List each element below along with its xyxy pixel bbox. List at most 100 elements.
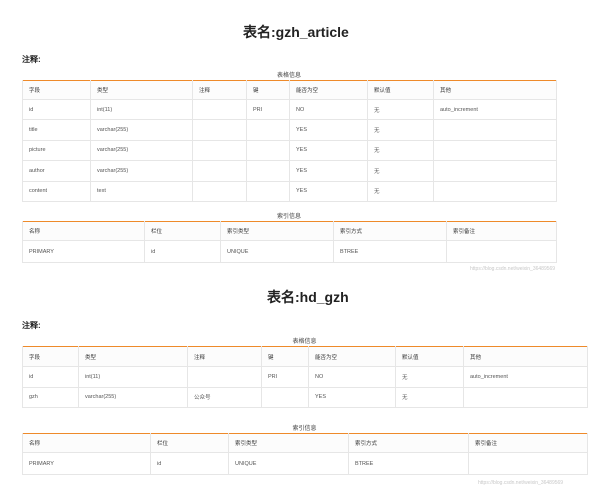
table-cell xyxy=(463,387,588,408)
table-title: 表名:gzh_article xyxy=(243,24,349,40)
column-header: 索引类型 xyxy=(220,221,334,241)
column-header: 键 xyxy=(246,80,290,100)
watermark: https://blog.csdn.net/weixin_36489569 xyxy=(478,480,564,486)
table-cell: PRI xyxy=(261,366,309,388)
table-row: title varchar(255) YES 无 xyxy=(22,119,557,141)
table-cell: varchar(255) xyxy=(78,387,188,408)
table-cell: id xyxy=(144,240,221,263)
column-header: 类型 xyxy=(78,346,188,367)
columns-caption: 表格信息 xyxy=(276,73,301,79)
table-cell: UNIQUE xyxy=(228,452,349,475)
table-cell: varchar(255) xyxy=(90,140,193,162)
table-cell: id xyxy=(22,99,91,121)
table-cell xyxy=(192,140,247,162)
table-row: author varchar(255) YES 无 xyxy=(22,160,557,182)
table-row: id int(11) PRI NO 无 auto_increment xyxy=(22,99,557,121)
column-header: 索引备注 xyxy=(468,433,588,453)
table-cell: auto_increment xyxy=(433,99,557,121)
column-header: 索引备注 xyxy=(446,221,557,241)
column-header: 字段 xyxy=(22,346,79,367)
table-cell xyxy=(446,240,557,263)
table-cell: 无 xyxy=(367,181,434,202)
index-table: 名称 栏位 索引类型 索引方式 索引备注 PRIMARY id UNIQUE BTREE xyxy=(22,433,588,475)
table-cell: 无 xyxy=(367,140,434,162)
table-row: PRIMARY id UNIQUE BTREE xyxy=(22,452,588,475)
column-header: 注释 xyxy=(187,346,262,367)
table-cell: UNIQUE xyxy=(220,240,334,263)
table-cell xyxy=(192,119,247,141)
table-cell: YES xyxy=(308,387,396,408)
table-header-row: 字段 类型 注释键能否为空 默认值 其他 xyxy=(22,346,588,367)
table-cell: BTREE xyxy=(348,452,469,475)
table-cell xyxy=(261,387,309,408)
column-header: 键 xyxy=(261,346,309,367)
column-header: 其他 xyxy=(463,346,588,367)
table-cell: 公众号 xyxy=(187,387,262,408)
columns-table: 字段 类型 注释键能否为空 默认值 其他 id int(11) PRI NO 无 auto_incr… xyxy=(22,80,557,202)
table-cell xyxy=(246,181,290,202)
table-cell xyxy=(433,140,557,162)
table-cell: varchar(255) xyxy=(90,119,193,141)
table-cell: auto_increment xyxy=(463,366,588,388)
table-cell: YES xyxy=(289,160,368,182)
table-cell: NO xyxy=(308,366,396,388)
table-comment-label: 注释: xyxy=(22,55,41,64)
table-cell: YES xyxy=(289,140,368,162)
column-header: 栏位 xyxy=(150,433,229,453)
table-row: content text YES 无 xyxy=(22,181,557,202)
column-header: 默认值 xyxy=(367,80,434,100)
table-row: picture varchar(255) YES 无 xyxy=(22,140,557,162)
watermark: https://blog.csdn.net/weixin_36489569 xyxy=(470,266,556,272)
column-header: 名称 xyxy=(22,221,145,241)
table-cell: author xyxy=(22,160,91,182)
table-cell: title xyxy=(22,119,91,141)
index-caption: 索引信息 xyxy=(276,214,301,220)
index-table: 名称 栏位 索引类型 索引方式 索引备注 PRIMARY id UNIQUE BTREE xyxy=(22,221,557,263)
table-row: id int(11) PRI NO 无 auto_increment xyxy=(22,366,588,388)
table-header-row: 字段 类型 注释键能否为空 默认值 其他 xyxy=(22,80,557,100)
table-cell: 无 xyxy=(395,387,464,408)
column-header: 类型 xyxy=(90,80,193,100)
table-cell: text xyxy=(90,181,193,202)
column-header: 索引方式 xyxy=(333,221,447,241)
table-cell: NO xyxy=(289,99,368,121)
column-header: 默认值 xyxy=(395,346,464,367)
table-cell: 无 xyxy=(395,366,464,388)
table-cell xyxy=(192,181,247,202)
column-header: 能否为空 xyxy=(289,80,368,100)
table-cell: 无 xyxy=(367,160,434,182)
table-cell: 无 xyxy=(367,119,434,141)
table-cell: BTREE xyxy=(333,240,447,263)
table-cell xyxy=(246,119,290,141)
table-title: 表名:hd_gzh xyxy=(267,289,349,305)
table-cell xyxy=(433,119,557,141)
table-row: gzh varchar(255) 公众号 YES 无 xyxy=(22,387,588,408)
table-cell: picture xyxy=(22,140,91,162)
table-header-row: 名称 栏位 索引类型 索引方式 索引备注 xyxy=(22,221,557,241)
table-cell: YES xyxy=(289,119,368,141)
column-header: 能否为空 xyxy=(308,346,396,367)
table-cell: id xyxy=(150,452,229,475)
table-cell xyxy=(187,366,262,388)
table-cell xyxy=(468,452,588,475)
columns-caption: 表格信息 xyxy=(292,339,317,345)
table-row: PRIMARY id UNIQUE BTREE xyxy=(22,240,557,263)
table-cell: id xyxy=(22,366,79,388)
column-header: 其他 xyxy=(433,80,557,100)
table-cell: content xyxy=(22,181,91,202)
column-header: 字段 xyxy=(22,80,91,100)
table-cell xyxy=(246,140,290,162)
table-cell xyxy=(246,160,290,182)
column-header: 栏位 xyxy=(144,221,221,241)
table-cell: PRIMARY xyxy=(22,240,145,263)
column-header: 索引类型 xyxy=(228,433,349,453)
table-header-row: 名称 栏位 索引类型 索引方式 索引备注 xyxy=(22,433,588,453)
table-cell xyxy=(192,99,247,121)
table-cell: YES xyxy=(289,181,368,202)
column-header: 索引方式 xyxy=(348,433,469,453)
table-cell: int(11) xyxy=(90,99,193,121)
table-cell xyxy=(433,160,557,182)
column-header: 名称 xyxy=(22,433,151,453)
table-cell xyxy=(433,181,557,202)
columns-table: 字段 类型 注释键能否为空 默认值 其他 id int(11) PRI NO 无 auto_incr… xyxy=(22,346,588,408)
